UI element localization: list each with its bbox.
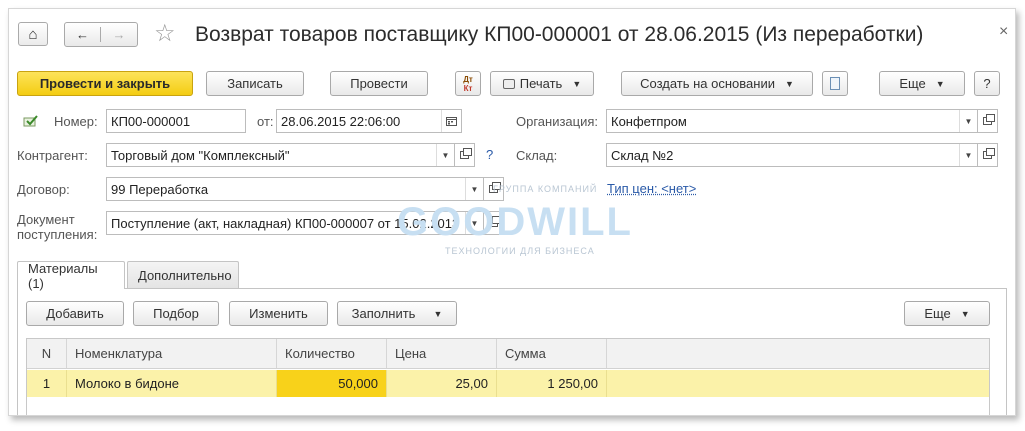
open-window-icon [489,216,501,227]
contract-field[interactable]: 99 Переработка ▼ [106,177,484,201]
organization-value: Конфетпром [611,113,687,129]
receipt-document-open-button[interactable] [484,211,504,235]
dt-kt-button[interactable]: Дт Кт [455,71,481,96]
date-value: 28.06.2015 22:06:00 [281,113,401,129]
column-header-price[interactable]: Цена [387,339,497,368]
receipt-label-line1: Документ [17,212,75,227]
open-window-icon [983,148,995,159]
number-label: Номер: [54,114,98,129]
organization-label: Организация: [516,114,599,129]
counterparty-open-button[interactable] [455,143,475,167]
post-and-close-button[interactable]: Провести и закрыть [17,71,193,96]
chevron-down-icon[interactable]: ▼ [959,110,977,132]
printer-icon [502,78,515,89]
receipt-document-label: Документ поступления: [17,212,97,242]
date-label: от: [257,114,274,129]
chevron-down-icon[interactable]: ▼ [465,212,483,234]
forward-arrow-icon[interactable]: → [101,27,137,42]
chevron-down-icon: ▼ [935,78,945,89]
more-label: Еще [899,76,926,91]
table-row[interactable]: 1 Молоко в бидоне 50,000 25,00 1 250,00 [27,370,989,397]
add-row-button[interactable]: Добавить [26,301,124,326]
print-label: Печать [519,76,563,91]
tab-additional[interactable]: Дополнительно [127,261,239,288]
table-header: N Номенклатура Количество Цена Сумма [27,339,989,369]
materials-table: N Номенклатура Количество Цена Сумма 1 М… [26,338,990,415]
contract-label: Договор: [17,182,70,197]
post-button[interactable]: Провести [330,71,428,96]
create-based-on-button[interactable]: Создать на основании ▼ [621,71,813,96]
warehouse-open-button[interactable] [978,143,998,167]
posted-status-icon [23,115,39,127]
watermark-top-text: ГРУППА КОМПАНИЙ [493,184,598,194]
cell-price[interactable]: 25,00 [387,370,497,397]
price-type-link[interactable]: Тип цен: <нет> [607,181,696,196]
contract-value: 99 Переработка [111,181,209,197]
receipt-document-field[interactable]: Поступление (акт, накладная) КП00-000007… [106,211,484,235]
counterparty-info-link[interactable]: ? [486,147,493,162]
warehouse-label: Склад: [516,148,558,163]
organization-field[interactable]: Конфетпром ▼ [606,109,978,133]
table-more-label: Еще [924,306,951,321]
close-icon[interactable]: × [999,23,1008,41]
table-more-button[interactable]: Еще ▼ [904,301,990,326]
favorite-star-icon[interactable]: ☆ [154,19,176,48]
cell-n[interactable]: 1 [27,370,67,397]
page-title: Возврат товаров поставщику КП00-000001 о… [195,23,924,46]
chevron-down-icon[interactable]: ▼ [436,144,454,166]
chevron-down-icon[interactable]: ▼ [465,178,483,200]
report-structure-button[interactable] [822,71,848,96]
chevron-down-icon: ▼ [960,308,970,319]
help-button[interactable]: ? [974,71,1000,96]
cell-nomenclature[interactable]: Молоко в бидоне [67,370,277,397]
warehouse-value: Склад №2 [611,147,674,163]
organization-open-button[interactable] [978,109,998,133]
number-value: КП00-000001 [111,113,191,129]
open-window-icon [460,148,472,159]
contract-open-button[interactable] [484,177,504,201]
date-field[interactable]: 28.06.2015 22:06:00 [276,109,462,133]
history-nav: ← → [64,22,138,47]
tab-materials[interactable]: Материалы (1) [17,261,125,291]
counterparty-label: Контрагент: [17,148,88,163]
watermark-bottom-text: ТЕХНОЛОГИИ ДЛЯ БИЗНЕСА [445,246,595,256]
fill-button[interactable]: Заполнить ▼ [337,301,457,326]
cell-quantity[interactable]: 50,000 [277,370,387,397]
kt-icon: Кт [463,83,473,93]
calendar-icon[interactable] [441,110,461,132]
cell-filler [607,370,989,397]
chevron-down-icon: ▼ [433,308,443,319]
receipt-document-value: Поступление (акт, накладная) КП00-000007… [111,215,461,231]
create-based-on-label: Создать на основании [640,76,775,91]
document-icon [830,77,840,90]
chevron-down-icon: ▼ [784,78,794,89]
edit-button[interactable]: Изменить [229,301,328,326]
print-button[interactable]: Печать ▼ [490,71,594,96]
column-header-nomenclature[interactable]: Номенклатура [67,339,277,368]
number-field[interactable]: КП00-000001 [106,109,246,133]
receipt-label-line2: поступления: [17,227,98,242]
column-header-quantity[interactable]: Количество [277,339,387,368]
select-button[interactable]: Подбор [133,301,219,326]
open-window-icon [983,114,995,125]
counterparty-value: Торговый дом "Комплексный" [111,147,290,163]
more-button[interactable]: Еще ▼ [879,71,965,96]
home-button[interactable]: ⌂ [18,22,48,46]
document-window: ⌂ ← → ☆ Возврат товаров поставщику КП00-… [8,8,1016,416]
back-arrow-icon[interactable]: ← [65,27,101,42]
chevron-down-icon: ▼ [572,78,582,89]
open-window-icon [489,182,501,193]
column-header-sum[interactable]: Сумма [497,339,607,368]
column-header-n[interactable]: N [27,339,67,368]
save-button[interactable]: Записать [206,71,304,96]
chevron-down-icon[interactable]: ▼ [959,144,977,166]
counterparty-field[interactable]: Торговый дом "Комплексный" ▼ [106,143,455,167]
warehouse-field[interactable]: Склад №2 ▼ [606,143,978,167]
fill-label: Заполнить [351,306,416,321]
dt-icon: Дт [463,74,473,84]
home-icon: ⌂ [28,25,38,43]
cell-sum[interactable]: 1 250,00 [497,370,607,397]
column-header-filler [607,339,989,368]
